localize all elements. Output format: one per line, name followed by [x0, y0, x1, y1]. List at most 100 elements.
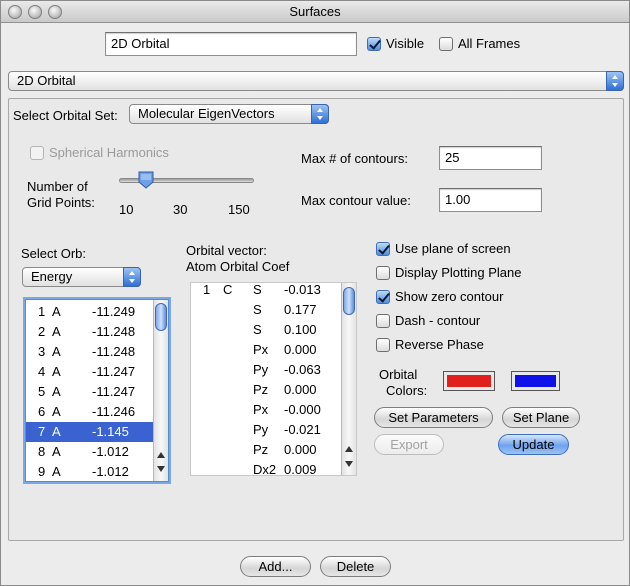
- orbital-energy: -11.248: [92, 344, 136, 359]
- orbital-vector-scrollbar[interactable]: [341, 283, 356, 475]
- orbital-vector-row: Dx2 0.009: [191, 460, 341, 476]
- orbital-sym: A: [52, 424, 61, 439]
- orbital-set-popup[interactable]: Molecular EigenVectors: [129, 104, 329, 124]
- vector-orb: S: [253, 282, 262, 297]
- orbital-list-row[interactable]: 2 A -11.248: [26, 322, 154, 342]
- surface-name-field[interactable]: 2D Orbital: [105, 32, 357, 56]
- orbital-colors-label-line1: Orbital: [379, 367, 418, 382]
- orbital-list-scroll-down-icon[interactable]: [157, 466, 165, 472]
- orbital-list-row[interactable]: 7 A -1.145: [26, 422, 154, 442]
- orbital-vector-scroll-up-icon[interactable]: [345, 446, 353, 452]
- orbital-settings-panel: Select Orbital Set: Molecular EigenVecto…: [8, 98, 624, 541]
- show-zero-contour-checkbox[interactable]: [376, 290, 390, 304]
- minimize-window-button[interactable]: [28, 5, 42, 19]
- orbital-num: 3: [38, 344, 46, 359]
- orbital-num: 9: [38, 464, 46, 479]
- dash-contour-checkbox[interactable]: [376, 314, 390, 328]
- surfaces-window: Surfaces 2D Orbital Visible All Frames 2…: [0, 0, 630, 586]
- vector-coef: 0.100: [284, 322, 317, 337]
- grid-points-label-line1: Number of: [27, 179, 88, 194]
- orbital-set-value: Molecular EigenVectors: [138, 106, 275, 121]
- orbital-energy: -11.246: [92, 404, 136, 419]
- orbital-list-scroll-thumb[interactable]: [155, 303, 167, 331]
- all-frames-checkbox[interactable]: [439, 37, 453, 51]
- max-contours-field[interactable]: 25: [439, 146, 542, 170]
- positive-color-well[interactable]: [443, 371, 495, 391]
- update-button[interactable]: Update: [498, 434, 569, 455]
- spherical-harmonics-checkbox[interactable]: [30, 146, 44, 160]
- delete-button[interactable]: Delete: [320, 556, 391, 577]
- orbital-colors-label-line2: Colors:: [386, 383, 428, 398]
- visible-checkbox[interactable]: [367, 37, 381, 51]
- orbital-vector-row: S 0.100: [191, 320, 341, 340]
- orbital-sym: A: [52, 364, 61, 379]
- vector-coef: -0.021: [284, 422, 321, 437]
- display-plotting-plane-checkbox[interactable]: [376, 266, 390, 280]
- orb-sort-popup-arrow-icon: [123, 267, 141, 287]
- orbital-vector-row: Px 0.000: [191, 340, 341, 360]
- vector-orb: Py: [253, 362, 269, 377]
- negative-color-well[interactable]: [511, 371, 560, 391]
- use-plane-of-screen-label: Use plane of screen: [395, 241, 511, 256]
- orbital-vector-row: Pz 0.000: [191, 380, 341, 400]
- close-window-button[interactable]: [8, 5, 22, 19]
- orbital-vector-row: S 0.177: [191, 300, 341, 320]
- set-parameters-button[interactable]: Set Parameters: [374, 407, 493, 428]
- grid-points-slider-knob[interactable]: [137, 171, 155, 189]
- orbital-list-row[interactable]: 4 A -11.247: [26, 362, 154, 382]
- vector-atom: C: [223, 282, 233, 297]
- vector-orb: S: [253, 302, 262, 317]
- orbital-sym: A: [52, 464, 61, 479]
- add-button[interactable]: Add...: [240, 556, 311, 577]
- orbital-set-label: Select Orbital Set:: [13, 108, 118, 123]
- orbital-list-row[interactable]: 6 A -11.246: [26, 402, 154, 422]
- orbital-sym: A: [52, 304, 61, 319]
- spherical-harmonics-label: Spherical Harmonics: [49, 145, 169, 160]
- surface-type-popup[interactable]: 2D Orbital: [8, 71, 624, 91]
- orbital-vector-scroll-thumb[interactable]: [343, 287, 355, 315]
- set-plane-button[interactable]: Set Plane: [502, 407, 580, 428]
- orbital-num: 4: [38, 364, 46, 379]
- window-title: Surfaces: [289, 4, 341, 19]
- orbital-list-row[interactable]: 9 A -1.012: [26, 462, 154, 481]
- orbital-energy: -11.249: [92, 304, 136, 319]
- orbital-list-row[interactable]: 8 A -1.012: [26, 442, 154, 462]
- orbital-energy: -1.012: [92, 464, 129, 479]
- vector-coef: 0.009: [284, 462, 317, 476]
- orbital-vector-scroll-down-icon[interactable]: [345, 461, 353, 467]
- max-contours-label: Max # of contours:: [301, 151, 408, 166]
- show-zero-contour-label: Show zero contour: [395, 289, 504, 304]
- orbital-list-scrollbar[interactable]: [153, 300, 168, 481]
- orbital-vector-row: 1 C S -0.013: [191, 282, 341, 300]
- orbital-list[interactable]: 1 A -11.249 2 A -11.248 3 A -11.248 4 A -11.247 5 A -1…: [25, 299, 169, 482]
- vector-atom-num: 1: [203, 282, 211, 297]
- vector-coef: -0.000: [284, 402, 321, 417]
- orbital-list-row[interactable]: 3 A -11.248: [26, 342, 154, 362]
- orbital-list-scroll-up-icon[interactable]: [157, 452, 165, 458]
- orbital-sym: A: [52, 444, 61, 459]
- orb-sort-popup[interactable]: Energy: [22, 267, 141, 287]
- vector-orb: Px: [253, 342, 269, 357]
- max-contour-value-field[interactable]: 1.00: [439, 188, 542, 212]
- orbital-list-row[interactable]: 5 A -11.247: [26, 382, 154, 402]
- zoom-window-button[interactable]: [48, 5, 62, 19]
- orbital-num: 2: [38, 324, 46, 339]
- vector-orb: Dx2: [253, 462, 277, 476]
- orbital-list-row[interactable]: 1 A -11.249: [26, 302, 154, 322]
- orbital-num: 5: [38, 384, 46, 399]
- export-button[interactable]: Export: [374, 434, 444, 455]
- all-frames-label: All Frames: [458, 36, 521, 51]
- vector-orb: Pz: [253, 382, 269, 397]
- reverse-phase-checkbox[interactable]: [376, 338, 390, 352]
- reverse-phase-label: Reverse Phase: [395, 337, 484, 352]
- orbital-vector-row: Pz 0.000: [191, 440, 341, 460]
- orbital-vector-row: Py -0.021: [191, 420, 341, 440]
- display-plotting-plane-label: Display Plotting Plane: [395, 265, 522, 280]
- title-bar[interactable]: Surfaces: [1, 1, 629, 23]
- vector-orb: Px: [253, 402, 269, 417]
- orbital-vector-list[interactable]: 1 C S -0.013 S 0.177 S 0.100 Px 0.000 Py -0.063 Pz 0.…: [190, 282, 357, 476]
- select-orb-label: Select Orb:: [21, 246, 87, 261]
- vector-coef: 0.000: [284, 382, 317, 397]
- vector-orb: Pz: [253, 442, 269, 457]
- use-plane-of-screen-checkbox[interactable]: [376, 242, 390, 256]
